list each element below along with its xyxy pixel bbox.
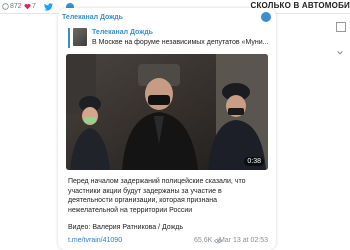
reply-channel-name: Телеканал Дождь: [92, 29, 153, 36]
twitter-icon: [44, 2, 53, 11]
reply-counter[interactable]: 872: [2, 1, 22, 12]
reply-preview[interactable]: Телеканал Дождь В Москве на форуме незав…: [68, 28, 268, 48]
post-link[interactable]: t.me/tvrain/41090: [68, 236, 122, 246]
video-credit: Видео: Валерия Ратникова / Дождь: [68, 224, 184, 231]
video-duration: 0:38: [244, 157, 264, 166]
post-caption: Перед началом задержаний полицейские ска…: [68, 177, 268, 215]
like-counter[interactable]: 7: [24, 1, 36, 12]
caption-text: Перед началом задержаний полицейские ска…: [68, 178, 246, 214]
chevron-down-icon[interactable]: [336, 44, 344, 55]
post-date[interactable]: Mar 13 at 02:53: [219, 236, 268, 246]
like-icon: [24, 3, 31, 10]
telegram-post-card: Телеканал Дождь Телеканал Дождь В Москве…: [58, 8, 276, 250]
reply-icon: [2, 3, 9, 10]
checkbox-outline[interactable]: [336, 22, 346, 32]
post-footer: t.me/tvrain/41090 65.6K Mar 13 at 02:53: [68, 236, 268, 246]
reply-text: В Москве на форуме независимых депутатов…: [92, 39, 269, 46]
reply-thumbnail: [73, 28, 87, 46]
reply-count: 872: [10, 3, 22, 10]
twitter-share[interactable]: [44, 1, 53, 12]
like-count: 7: [32, 3, 36, 10]
video-frame: [66, 54, 268, 170]
channel-name-faded[interactable]: Телеканал Дождь: [62, 14, 232, 22]
video-player[interactable]: 0:38: [66, 54, 268, 170]
telegram-logo-icon[interactable]: [261, 12, 271, 22]
views-value: 65.6K: [194, 237, 213, 244]
